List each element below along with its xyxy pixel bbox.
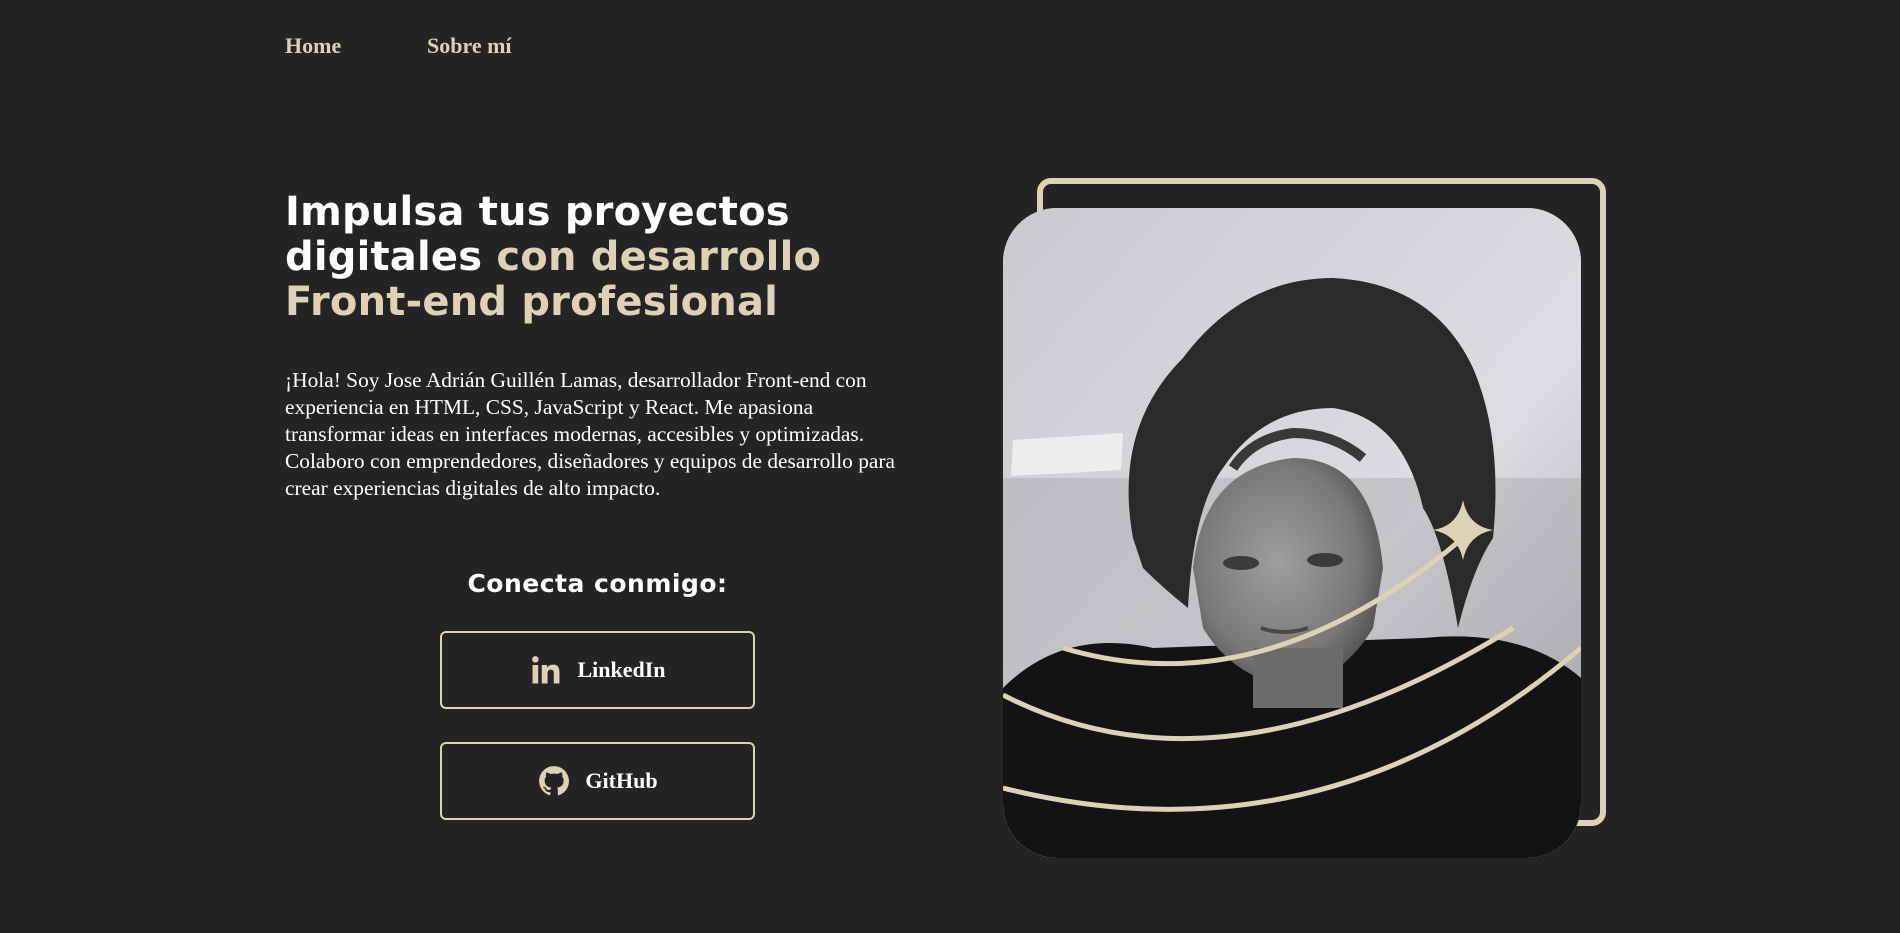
linkedin-icon bbox=[529, 653, 563, 687]
github-icon bbox=[537, 764, 571, 798]
github-button[interactable]: GitHub bbox=[440, 742, 755, 820]
nav-home-link[interactable]: Home bbox=[285, 30, 341, 62]
github-label: GitHub bbox=[585, 768, 658, 793]
hero-title: Impulsa tus proyectos digitales con desa… bbox=[285, 190, 925, 325]
portrait-photo bbox=[1003, 208, 1581, 858]
linkedin-label: LinkedIn bbox=[577, 657, 666, 682]
hero-bio: ¡Hola! Soy Jose Adrián Guillén Lamas, de… bbox=[285, 368, 896, 500]
connect-heading: Conecta conmigo: bbox=[467, 569, 728, 598]
nav-about-link[interactable]: Sobre mí bbox=[427, 30, 512, 62]
linkedin-button[interactable]: LinkedIn bbox=[440, 631, 755, 709]
